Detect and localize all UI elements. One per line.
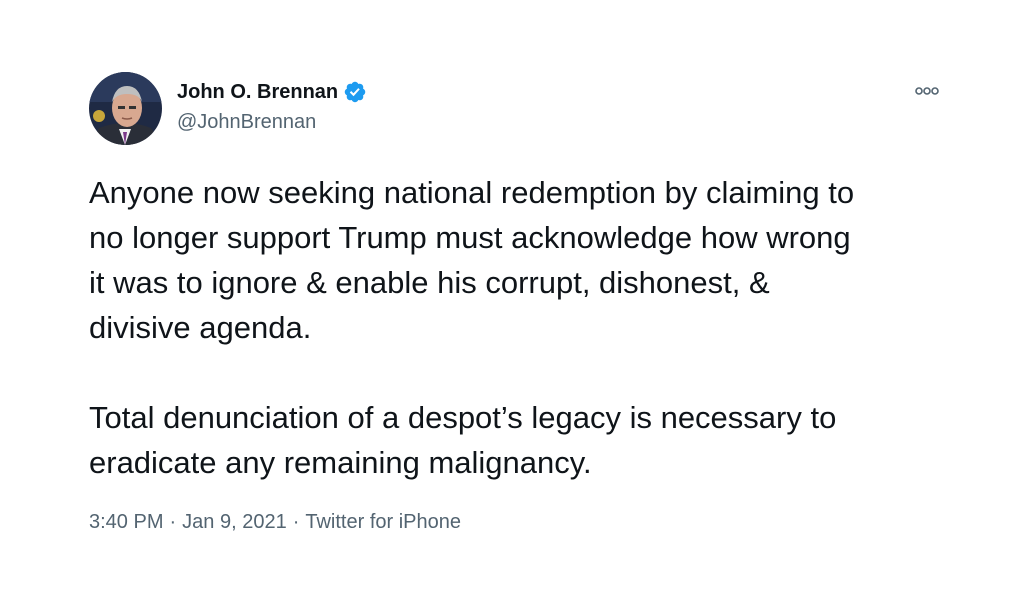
tweet-source-link[interactable]: Twitter for iPhone — [305, 511, 461, 533]
tweet-text: Anyone now seeking national redemption b… — [89, 175, 855, 480]
tweet-card: John O. Brennan @JohnBrennan Anyone now … — [0, 0, 1013, 608]
profile-photo-icon — [89, 72, 162, 145]
author-handle[interactable]: @JohnBrennan — [177, 109, 316, 135]
tweet-date-link[interactable]: Jan 9, 2021 — [182, 511, 287, 533]
tweet-time-link[interactable]: 3:40 PM — [89, 511, 163, 533]
author-display-name[interactable]: John O. Brennan — [177, 79, 338, 105]
author-name-row[interactable]: John O. Brennan — [177, 79, 367, 105]
more-options-button[interactable] — [910, 80, 944, 102]
more-options-icon — [915, 87, 939, 95]
avatar[interactable] — [89, 72, 162, 145]
meta-separator: · — [169, 511, 177, 533]
tweet-meta: 3:40 PM · Jan 9, 2021 · Twitter for iPhone — [89, 509, 461, 535]
meta-separator: · — [292, 511, 300, 533]
verified-badge-icon — [343, 80, 367, 104]
